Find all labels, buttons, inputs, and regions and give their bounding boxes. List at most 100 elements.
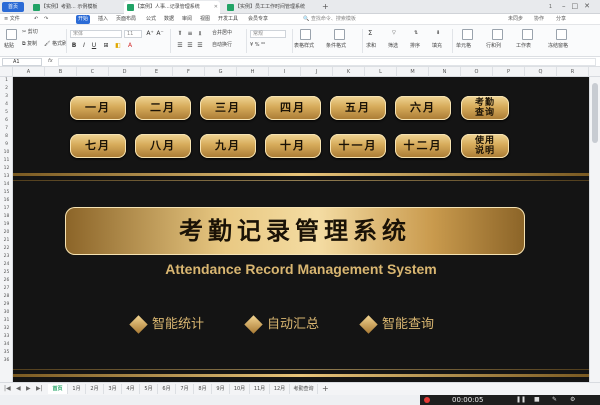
row-header[interactable]: 19 [0,222,13,227]
minimize-icon[interactable]: – [562,2,572,10]
column-header[interactable]: F [173,67,205,77]
sum-icon[interactable]: Σ [368,30,372,37]
document-tab-2[interactable]: 【案例】人事...记录管理系统 ✕ [124,1,220,14]
menu-file[interactable]: ≡ 文件 [2,15,22,24]
row-header[interactable]: 2 [0,86,13,91]
sheet-tab-mar[interactable]: 3月 [104,384,122,394]
italic-button[interactable]: I [80,42,88,50]
row-header[interactable]: 4 [0,102,13,107]
menu-member[interactable]: 会员专享 [246,15,270,24]
row-header[interactable]: 28 [0,294,13,299]
share-button[interactable]: 分享 [556,15,566,24]
attendance-query-button[interactable]: 考勤 查询 [461,96,509,120]
currency-icon[interactable]: ¥ % ⁰⁰ [250,42,265,49]
font-color-icon[interactable]: A [126,42,134,50]
menu-view[interactable]: 视图 [198,15,212,24]
border-icon[interactable]: ⊞ [102,42,110,50]
font-size-select[interactable]: 11 [124,30,142,38]
row-header[interactable]: 21 [0,238,13,243]
column-header[interactable]: I [269,67,301,77]
menu-review[interactable]: 审阅 [180,15,194,24]
row-header[interactable]: 27 [0,286,13,291]
row-header[interactable]: 24 [0,262,13,267]
column-header[interactable]: P [493,67,525,77]
month-button-jan[interactable]: 一月 [70,96,126,120]
menu-insert[interactable]: 插入 [96,15,110,24]
add-sheet-button[interactable]: + [322,383,329,395]
formula-input[interactable] [58,58,596,66]
row-header[interactable]: 26 [0,278,13,283]
fill-button[interactable]: 填充 [432,43,442,50]
name-box[interactable]: A1 [2,58,42,66]
freeze-panes-button[interactable]: 冻结窗格 [548,43,568,50]
month-button-sep[interactable]: 九月 [200,134,256,158]
row-header[interactable]: 11 [0,158,13,163]
scrollbar-thumb[interactable] [592,83,598,143]
sheet-tab-attendance-query[interactable]: 考勤查询 [290,384,318,394]
month-button-mar[interactable]: 三月 [200,96,256,120]
column-header[interactable]: N [429,67,461,77]
select-all-corner[interactable] [0,67,13,77]
row-header[interactable]: 8 [0,134,13,139]
month-button-oct[interactable]: 十月 [265,134,321,158]
redo-icon[interactable]: ↷ [42,15,50,24]
filter-button[interactable]: 筛选 [388,43,398,50]
align-top-icon[interactable]: ⫪ [176,30,184,38]
paste-icon[interactable] [6,29,17,40]
fill-color-icon[interactable]: ◧ [114,42,122,50]
cell-button[interactable]: 单元格 [456,43,471,50]
column-header[interactable]: C [77,67,109,77]
column-header[interactable]: R [557,67,589,77]
month-button-feb[interactable]: 二月 [135,96,191,120]
row-header[interactable]: 25 [0,270,13,275]
undo-icon[interactable]: ↶ [32,15,40,24]
menu-data[interactable]: 数据 [162,15,176,24]
sort-icon[interactable]: ⇅ [414,30,418,37]
table-style-icon[interactable] [300,29,311,40]
sheet-tab-aug[interactable]: 8月 [194,384,212,394]
filter-icon[interactable]: ▽ [392,30,396,37]
last-sheet-icon[interactable]: ▶| [36,383,43,395]
row-header[interactable]: 36 [0,358,13,363]
pen-icon[interactable]: ✎ [552,395,557,405]
month-button-jul[interactable]: 七月 [70,134,126,158]
month-button-dec[interactable]: 十二月 [395,134,451,158]
cut-button[interactable]: ✂ 剪切 [22,29,38,36]
document-tab-1[interactable]: 【实例】考勤... 示例模板 [30,1,120,14]
row-header[interactable]: 13 [0,174,13,179]
sync-status[interactable]: 未同步 [508,15,523,24]
font-family-select[interactable]: 宋体 [70,30,122,38]
first-sheet-icon[interactable]: |◀ [4,383,11,395]
copy-button[interactable]: ⧉ 复制 [22,41,37,48]
row-header[interactable]: 7 [0,126,13,131]
row-header[interactable]: 34 [0,342,13,347]
row-header[interactable]: 6 [0,118,13,123]
menu-formula[interactable]: 公式 [144,15,158,24]
row-header[interactable]: 20 [0,230,13,235]
align-right-icon[interactable]: ☰ [196,42,204,50]
align-left-icon[interactable]: ☰ [176,42,184,50]
row-header[interactable]: 31 [0,318,13,323]
sheet-tab-sep[interactable]: 9月 [212,384,230,394]
column-header[interactable]: A [13,67,45,77]
sort-button[interactable]: 排序 [410,43,420,50]
column-header[interactable]: H [237,67,269,77]
row-header[interactable]: 9 [0,142,13,147]
month-button-nov[interactable]: 十一月 [330,134,386,158]
column-header[interactable]: L [365,67,397,77]
month-button-apr[interactable]: 四月 [265,96,321,120]
sheet-tab-may[interactable]: 5月 [140,384,158,394]
merge-center-button[interactable]: 合并居中 [212,30,232,37]
column-header[interactable]: M [397,67,429,77]
conditional-format-button[interactable]: 条件格式 [326,43,346,50]
command-search[interactable]: 🔍 查找命令、搜索模板 [303,15,356,24]
cell-icon[interactable] [462,29,473,40]
column-header[interactable]: D [109,67,141,77]
format-painter-button[interactable]: 🖌 格式刷 [44,41,67,48]
align-middle-icon[interactable]: ≡ [186,30,194,38]
sheet-tab-jun[interactable]: 6月 [158,384,176,394]
bold-button[interactable]: B [70,42,78,50]
wrap-text-button[interactable]: 自动换行 [212,42,232,49]
row-header[interactable]: 1 [0,78,13,83]
settings-icon[interactable]: ⚙ [570,395,575,405]
